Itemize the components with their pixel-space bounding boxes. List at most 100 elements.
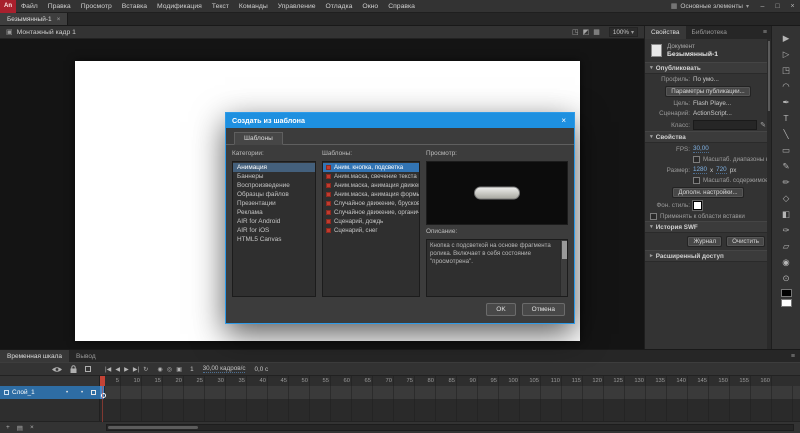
template-item[interactable]: Сценарий, дождь	[323, 217, 419, 226]
timeline-scrollbar-thumb[interactable]	[108, 426, 198, 429]
step-forward-button[interactable]: ▶|	[132, 366, 140, 373]
fps-value[interactable]: 30,00	[693, 145, 709, 153]
category-item[interactable]: AIR for Android	[233, 217, 315, 226]
description-scrollbar[interactable]	[560, 240, 567, 296]
category-item[interactable]: Анимация	[233, 163, 315, 172]
ruler-number[interactable]: 140	[667, 376, 688, 386]
profile-value[interactable]: По умо...	[693, 76, 719, 83]
description-scrollbar-thumb[interactable]	[562, 241, 567, 259]
stroke-color-swatch[interactable]	[781, 289, 792, 297]
tab-library[interactable]: Библиотека	[686, 26, 733, 39]
ruler-number[interactable]: 70	[373, 376, 394, 386]
step-back-button[interactable]: ◀	[114, 366, 121, 373]
ruler-number[interactable]: 115	[562, 376, 583, 386]
script-dropdown[interactable]: ActionScript...	[693, 110, 732, 117]
menu-item[interactable]: Текст	[207, 0, 234, 13]
ruler-number[interactable]: 25	[184, 376, 205, 386]
template-item[interactable]: Случайное движение, органическое	[323, 208, 419, 217]
layer-lock-dot[interactable]: •	[76, 390, 88, 396]
zoom-tool[interactable]: ⊙	[776, 270, 796, 286]
template-item[interactable]: Аним.маска, свечение текста	[323, 172, 419, 181]
template-item[interactable]: Аним. кнопка, подсветка	[323, 163, 419, 172]
lasso-tool[interactable]: ◠	[776, 78, 796, 94]
ruler-number[interactable]: 60	[331, 376, 352, 386]
menu-item[interactable]: Окно	[357, 0, 383, 13]
class-input[interactable]	[693, 120, 757, 130]
layer-frames[interactable]	[100, 386, 800, 399]
ruler-number[interactable]: 65	[352, 376, 373, 386]
ruler-number[interactable]: 75	[394, 376, 415, 386]
free-transform-tool[interactable]: ◳	[776, 62, 796, 78]
ruler-number[interactable]: 80	[415, 376, 436, 386]
tab-output[interactable]: Вывод	[69, 350, 103, 362]
menu-item[interactable]: Файл	[16, 0, 43, 13]
dialog-close-icon[interactable]: ×	[559, 116, 568, 125]
ruler-number[interactable]: 30	[205, 376, 226, 386]
pen-tool[interactable]: ✒	[776, 94, 796, 110]
layer-row[interactable]: Слой_1 • •	[0, 386, 800, 399]
template-item[interactable]: Случайное движение, брусковое	[323, 199, 419, 208]
ruler-number[interactable]: 150	[709, 376, 730, 386]
ruler-number[interactable]: 55	[310, 376, 331, 386]
ruler-numbers[interactable]: 5101520253035404550556065707580859095100…	[100, 376, 800, 386]
layer-name[interactable]: Слой_1	[12, 389, 58, 396]
menu-item[interactable]: Справка	[383, 0, 420, 13]
menu-item[interactable]: Правка	[43, 0, 76, 13]
frame-rate-value[interactable]: 30,00 кадров/с	[203, 365, 246, 373]
ruler-number[interactable]: 110	[541, 376, 562, 386]
ruler-number[interactable]: 130	[625, 376, 646, 386]
ruler-number[interactable]: 125	[604, 376, 625, 386]
empty-layer-area[interactable]	[0, 399, 100, 421]
stage-height-value[interactable]: 720	[716, 166, 727, 174]
hand-tool[interactable]: ◉	[776, 254, 796, 270]
ruler-number[interactable]: 15	[142, 376, 163, 386]
ok-button[interactable]: OK	[486, 303, 515, 316]
maximize-button[interactable]: □	[770, 0, 785, 13]
menu-item[interactable]: Команды	[234, 0, 273, 13]
ruler-number[interactable]: 90	[457, 376, 478, 386]
fill-color-swatch[interactable]	[781, 299, 792, 307]
ruler-number[interactable]: 85	[436, 376, 457, 386]
minimize-button[interactable]: –	[755, 0, 770, 13]
section-properties[interactable]: ▾ Свойства	[645, 131, 771, 143]
rectangle-tool[interactable]: ▭	[776, 142, 796, 158]
menu-item[interactable]: Просмотр	[76, 0, 117, 13]
document-tab-close-icon[interactable]: ×	[57, 16, 61, 23]
new-layer-button[interactable]: +	[6, 424, 10, 432]
template-item[interactable]: Сценарий, снег	[323, 226, 419, 235]
ruler-number[interactable]: 105	[520, 376, 541, 386]
ruler-number[interactable]: 40	[247, 376, 268, 386]
advanced-settings-button[interactable]: Дополн. настройки...	[672, 187, 743, 198]
swf-history-log-button[interactable]: Журнал	[687, 236, 722, 247]
go-to-first-frame-button[interactable]: |◀	[104, 366, 112, 373]
template-item[interactable]: Аним.маска, анимация формы	[323, 190, 419, 199]
template-item[interactable]: Аним.маска, анимация движения	[323, 181, 419, 190]
text-tool[interactable]: T	[776, 110, 796, 126]
panel-menu-icon[interactable]: ≡	[786, 350, 800, 362]
swf-history-clear-button[interactable]: Очистить	[726, 236, 765, 247]
edit-class-icon[interactable]: ✎	[760, 121, 766, 129]
onion-skin-button[interactable]: ◉	[156, 366, 163, 373]
properties-scrollbar[interactable]	[767, 39, 771, 349]
ruler-number[interactable]: 155	[730, 376, 751, 386]
selection-tool[interactable]: ▶	[776, 30, 796, 46]
ruler-number[interactable]: 135	[646, 376, 667, 386]
tab-timeline[interactable]: Временная шкала	[0, 350, 69, 362]
publish-settings-button[interactable]: Параметры публикации...	[665, 86, 750, 97]
bone-tool[interactable]: ◇	[776, 190, 796, 206]
layer-outline-toggle[interactable]	[91, 390, 96, 395]
dialog-title-bar[interactable]: Создать из шаблона ×	[226, 113, 574, 128]
menu-item[interactable]: Отладка	[321, 0, 358, 13]
edit-multiple-frames-button[interactable]: ▣	[175, 366, 183, 373]
subselection-tool[interactable]: ▷	[776, 46, 796, 62]
apply-paste-checkbox[interactable]	[650, 213, 657, 220]
ruler-number[interactable]: 145	[688, 376, 709, 386]
timeline-horizontal-scrollbar[interactable]	[106, 424, 794, 431]
current-frame-counter[interactable]: 1	[190, 366, 194, 373]
category-item[interactable]: AIR for iOS	[233, 226, 315, 235]
tab-properties[interactable]: Свойства	[645, 26, 686, 39]
show-hide-all-layers-icon[interactable]	[52, 366, 62, 373]
menu-item[interactable]: Модификация	[152, 0, 207, 13]
empty-frames-grid[interactable]	[100, 399, 800, 421]
category-item[interactable]: HTML5 Canvas	[233, 235, 315, 244]
